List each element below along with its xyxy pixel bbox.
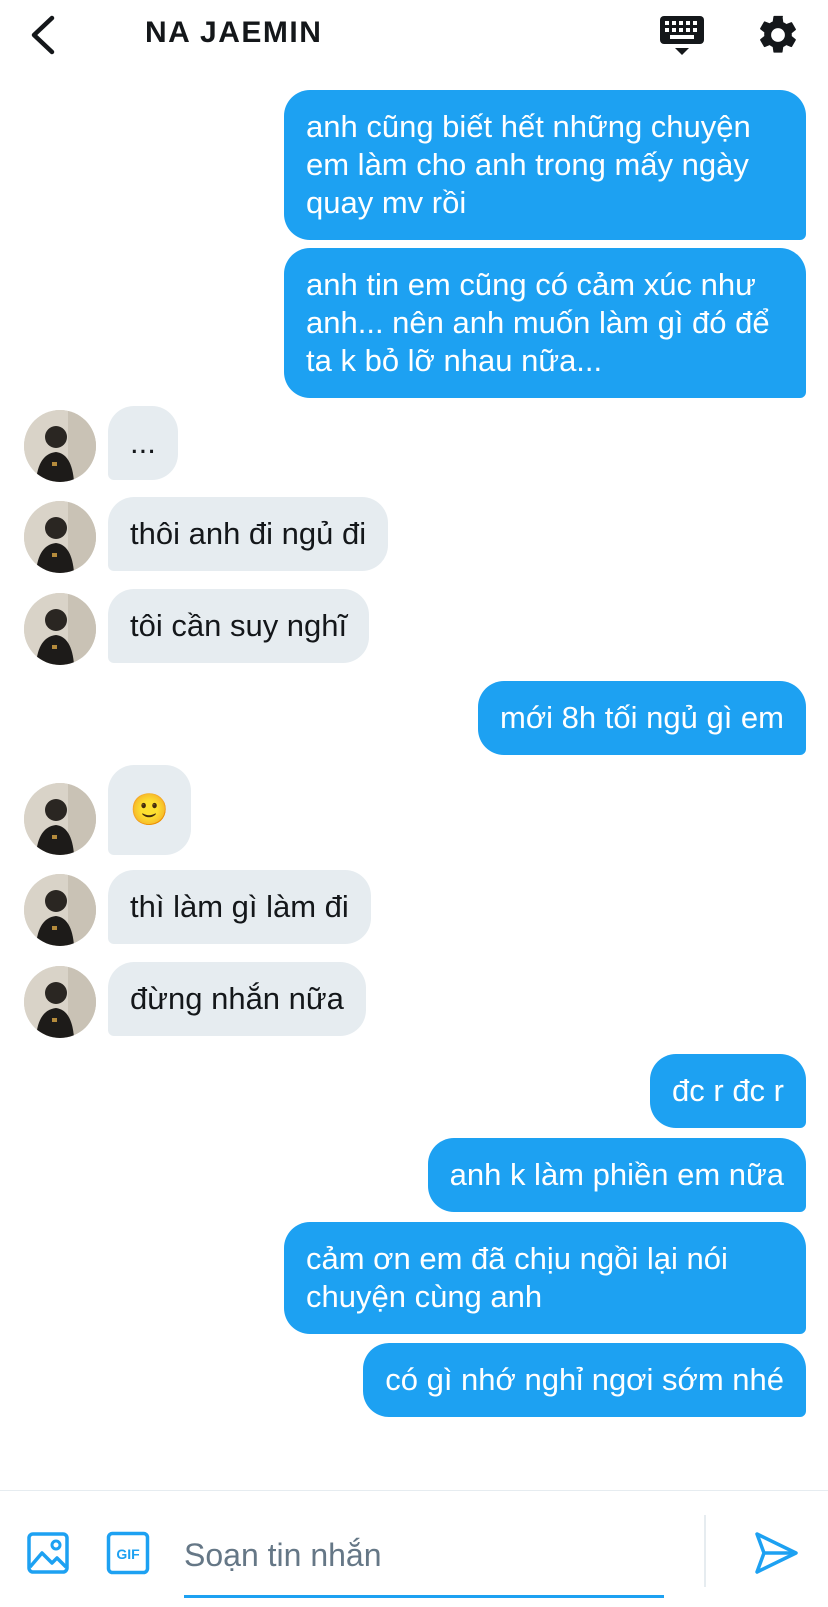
divider — [704, 1515, 706, 1587]
message-outgoing[interactable]: anh cũng biết hết những chuyện em làm ch… — [284, 90, 806, 240]
message-outgoing[interactable]: mới 8h tối ngủ gì em — [478, 681, 806, 755]
message-bubble: 🙂 — [108, 765, 191, 855]
message-outgoing[interactable]: cảm ơn em đã chịu ngồi lại nói chuyện cù… — [284, 1222, 806, 1334]
keyboard-button[interactable] — [660, 14, 706, 60]
message-incoming[interactable]: ... — [24, 406, 178, 482]
avatar-image — [24, 501, 96, 573]
message-bubble: anh tin em cũng có cảm xúc như anh... nê… — [284, 248, 806, 398]
message-input[interactable] — [184, 1519, 664, 1591]
message-bubble: anh cũng biết hết những chuyện em làm ch… — [284, 90, 806, 240]
conversation-title: NA JAEMIN — [145, 16, 323, 49]
settings-button[interactable] — [755, 12, 801, 58]
message-bubble: thì làm gì làm đi — [108, 870, 371, 944]
add-gif-button[interactable]: GIF — [106, 1531, 150, 1575]
chevron-left-icon — [31, 15, 55, 55]
message-bubble: đc r đc r — [650, 1054, 806, 1128]
input-underline — [184, 1595, 664, 1598]
gif-icon: GIF — [106, 1531, 150, 1575]
message-bubble: có gì nhớ nghỉ ngơi sớm nhé — [363, 1343, 806, 1417]
gear-icon — [760, 15, 796, 53]
keyboard-icon — [660, 16, 704, 55]
message-bubble: ... — [108, 406, 178, 480]
message-bubble: thôi anh đi ngủ đi — [108, 497, 389, 571]
message-incoming[interactable]: đừng nhắn nữa — [24, 962, 366, 1038]
send-button[interactable] — [752, 1529, 800, 1577]
add-image-button[interactable] — [26, 1531, 70, 1575]
message-outgoing[interactable]: có gì nhớ nghỉ ngơi sớm nhé — [363, 1343, 806, 1417]
message-incoming[interactable]: thì làm gì làm đi — [24, 870, 371, 946]
send-icon — [755, 1532, 798, 1574]
avatar-image — [24, 966, 96, 1038]
avatar-image — [24, 874, 96, 946]
message-bubble: cảm ơn em đã chịu ngồi lại nói chuyện cù… — [284, 1222, 806, 1334]
gif-label: GIF — [116, 1546, 140, 1562]
conversation-header: NA JAEMIN — [0, 0, 828, 78]
avatar[interactable] — [24, 783, 96, 855]
back-button[interactable] — [22, 12, 68, 58]
avatar-image — [24, 783, 96, 855]
message-incoming[interactable]: tôi cần suy nghĩ — [24, 589, 370, 665]
message-outgoing[interactable]: anh k làm phiền em nữa — [427, 1138, 806, 1212]
avatar[interactable] — [24, 874, 96, 946]
message-bubble: đừng nhắn nữa — [108, 962, 366, 1036]
avatar[interactable] — [24, 966, 96, 1038]
message-bubble: tôi cần suy nghĩ — [108, 589, 370, 663]
message-outgoing[interactable]: anh tin em cũng có cảm xúc như anh... nê… — [284, 248, 806, 398]
message-composer: GIF — [0, 1490, 828, 1607]
message-bubble: mới 8h tối ngủ gì em — [478, 681, 806, 755]
avatar-image — [24, 410, 96, 482]
image-icon — [27, 1532, 69, 1574]
avatar[interactable] — [24, 501, 96, 573]
avatar-image — [24, 593, 96, 665]
message-incoming[interactable]: 🙂 — [24, 765, 191, 855]
message-outgoing[interactable]: đc r đc r — [650, 1054, 806, 1128]
message-incoming[interactable]: thôi anh đi ngủ đi — [24, 497, 389, 573]
message-bubble: anh k làm phiền em nữa — [427, 1138, 806, 1212]
avatar[interactable] — [24, 593, 96, 665]
avatar[interactable] — [24, 410, 96, 482]
